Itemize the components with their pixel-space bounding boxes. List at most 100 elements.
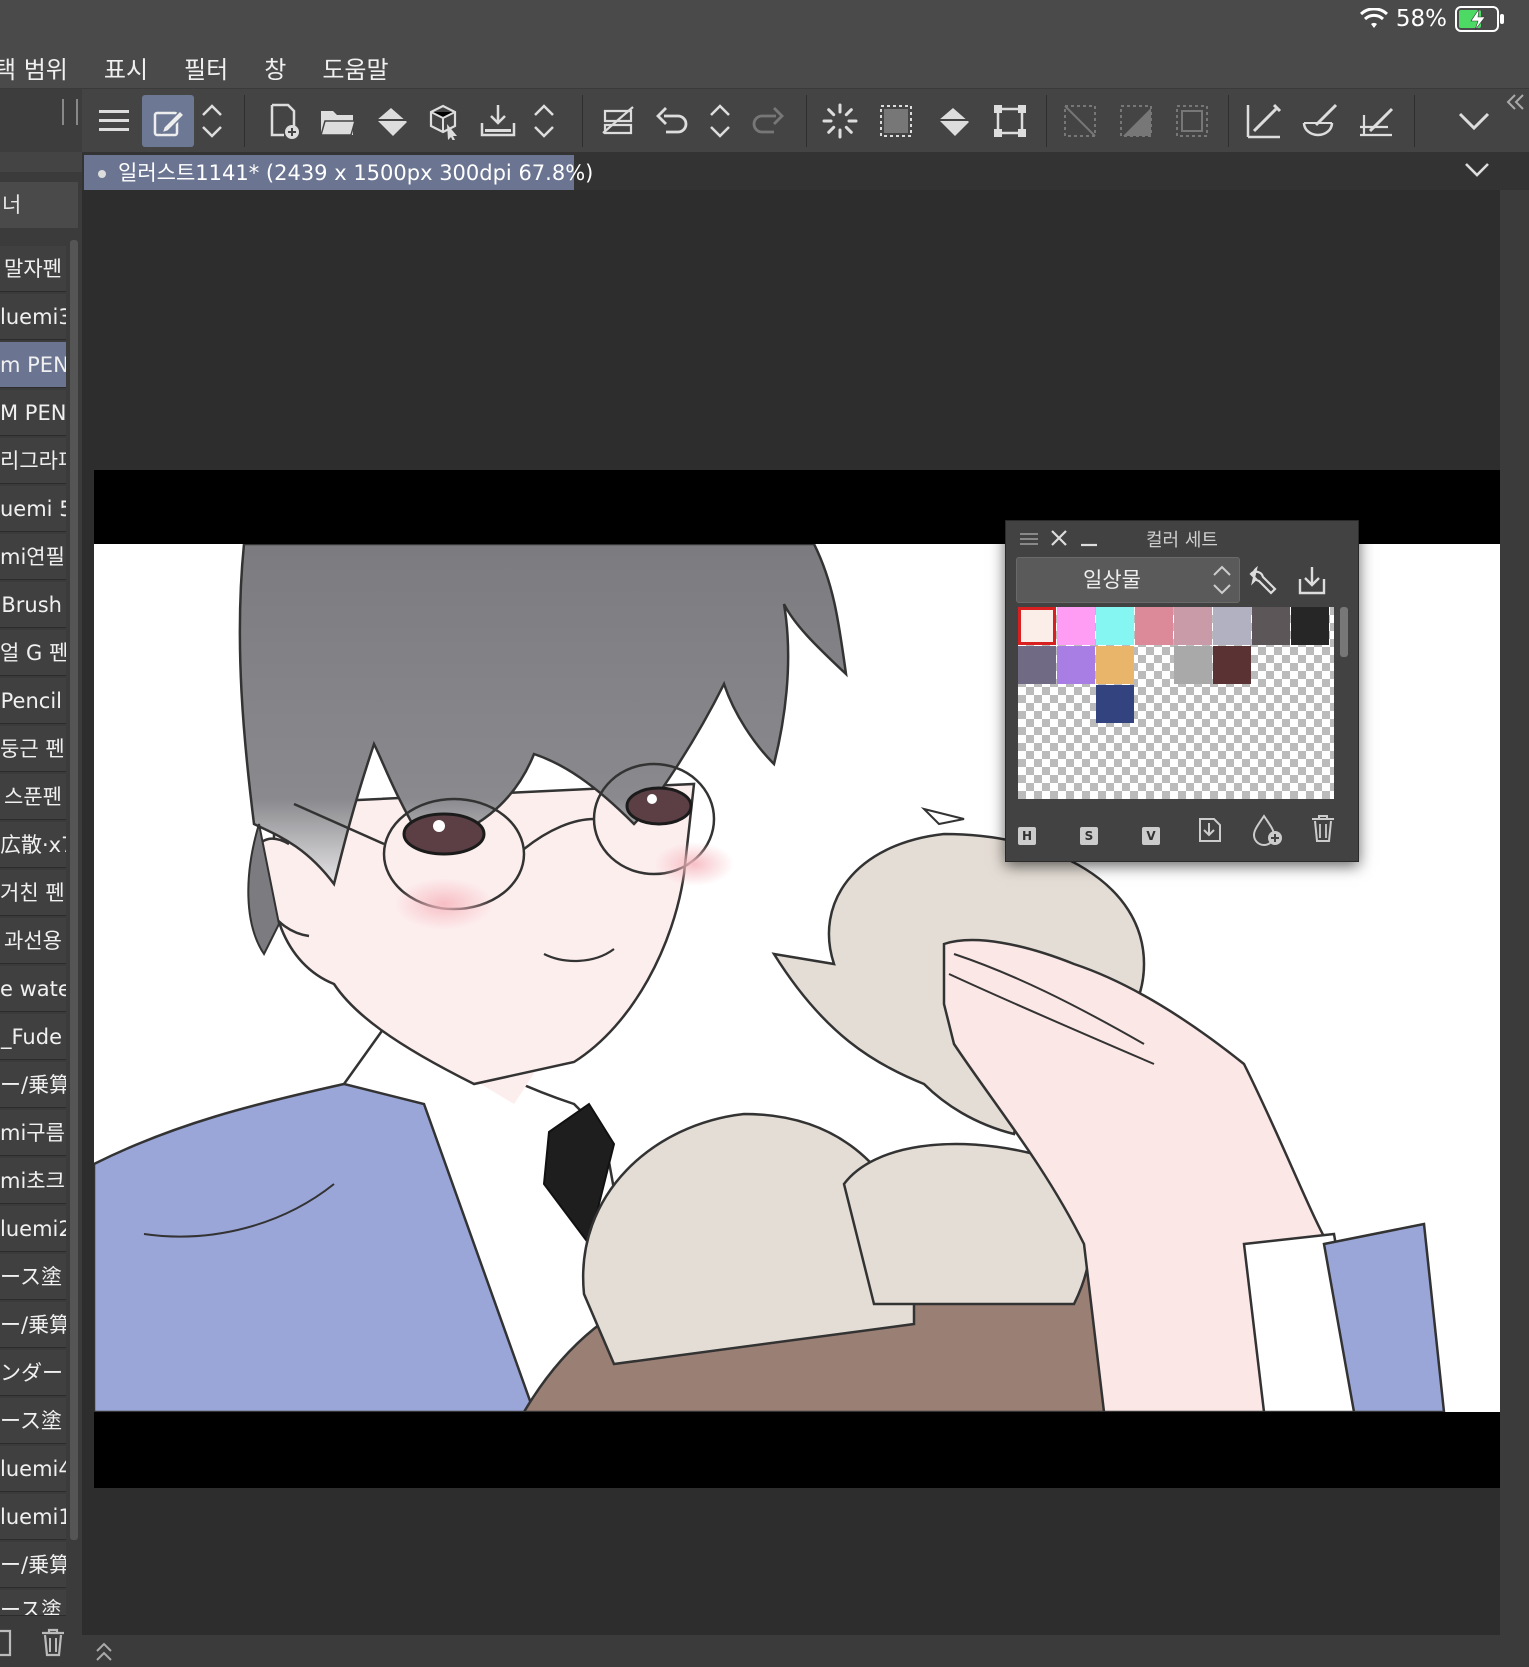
color-swatch[interactable] bbox=[1018, 646, 1056, 684]
brush-item[interactable]: 과선용 bbox=[0, 918, 66, 964]
sub-tool-footer bbox=[0, 1621, 82, 1667]
brush-item[interactable]: mi연필 bbox=[0, 534, 66, 580]
brush-list-scrollbar[interactable] bbox=[70, 240, 78, 1540]
brush-group-header[interactable]: 너 bbox=[0, 182, 78, 228]
selection-icon[interactable] bbox=[870, 95, 922, 147]
palette-footer: H S V bbox=[1006, 811, 1358, 855]
brush-item[interactable]: luemi1 bbox=[0, 1494, 66, 1540]
perspective-ruler-icon[interactable] bbox=[1350, 95, 1402, 147]
color-swatch[interactable] bbox=[1096, 685, 1134, 723]
chevron-down-icon[interactable] bbox=[1448, 95, 1500, 147]
trash-icon[interactable] bbox=[40, 1627, 66, 1661]
3d-select-icon[interactable] bbox=[418, 95, 470, 147]
new-canvas-icon[interactable] bbox=[258, 95, 310, 147]
replace-color-icon[interactable] bbox=[1194, 813, 1224, 849]
palette-menu-icon[interactable] bbox=[1020, 531, 1038, 550]
chevron-down-icon[interactable] bbox=[1464, 162, 1490, 182]
color-swatch[interactable] bbox=[1096, 607, 1134, 645]
ruler-icon[interactable] bbox=[1238, 95, 1290, 147]
grip-icon[interactable] bbox=[62, 99, 78, 125]
menu-icon[interactable] bbox=[88, 95, 140, 147]
brush-item[interactable]: luemi4 bbox=[0, 1446, 66, 1492]
close-icon[interactable] bbox=[1050, 529, 1068, 551]
redo-icon[interactable] bbox=[742, 95, 794, 147]
color-swatch[interactable] bbox=[1096, 646, 1134, 684]
hsv-h-button[interactable]: H bbox=[1018, 827, 1036, 845]
curve-ruler-icon[interactable] bbox=[1294, 95, 1346, 147]
bottom-bar bbox=[82, 1635, 1529, 1667]
import-icon[interactable] bbox=[1296, 565, 1328, 601]
brush-item[interactable]: luemi3 bbox=[0, 294, 66, 340]
brush-item[interactable]: ンダー bbox=[0, 1350, 66, 1396]
brush-item[interactable]: luemi2 bbox=[0, 1206, 66, 1252]
deselect-icon[interactable] bbox=[1054, 95, 1106, 147]
brush-item[interactable]: ース塗 bbox=[0, 1398, 66, 1444]
menu-view[interactable]: 표시 bbox=[104, 50, 148, 85]
color-swatch[interactable] bbox=[1174, 646, 1212, 684]
brush-item[interactable]: 리그라피 bbox=[0, 438, 66, 484]
color-set-dropdown[interactable]: 일상물 bbox=[1016, 557, 1240, 603]
color-swatch-selected[interactable] bbox=[1018, 607, 1056, 645]
invert-selection-icon[interactable] bbox=[1110, 95, 1162, 147]
export-icon[interactable] bbox=[472, 95, 524, 147]
minimize-icon[interactable] bbox=[1080, 529, 1098, 551]
brush-item[interactable]: ース塗 bbox=[0, 1254, 66, 1300]
color-swatch[interactable] bbox=[1213, 646, 1251, 684]
menu-selection-range[interactable]: 택 범위 bbox=[0, 50, 68, 85]
clear-layer-icon[interactable] bbox=[592, 95, 644, 147]
color-swatch[interactable] bbox=[1057, 646, 1095, 684]
color-swatch[interactable] bbox=[1057, 607, 1095, 645]
selection-border-icon[interactable] bbox=[1166, 95, 1218, 147]
panel-tab-strip bbox=[0, 152, 82, 172]
menu-window[interactable]: 창 bbox=[264, 50, 286, 85]
brush-item[interactable]: ース塗 bbox=[0, 1590, 66, 1616]
menu-filter[interactable]: 필터 bbox=[184, 50, 228, 85]
brush-item[interactable]: ー/乗算 bbox=[0, 1302, 66, 1348]
collapse-panel-icon[interactable] bbox=[1506, 93, 1526, 115]
add-color-icon[interactable] bbox=[1250, 813, 1284, 851]
chevron-up-double-icon[interactable] bbox=[94, 1641, 114, 1667]
document-tab[interactable]: 일러스트1141* (2439 x 1500px 300dpi 67.8%) bbox=[84, 155, 593, 191]
palette-scrollbar[interactable] bbox=[1340, 607, 1348, 657]
color-swatch[interactable] bbox=[1135, 607, 1173, 645]
hsv-v-button[interactable]: V bbox=[1142, 827, 1160, 845]
fill-icon[interactable] bbox=[366, 95, 418, 147]
brush-item[interactable]: 둥근 펜 bbox=[0, 726, 66, 772]
brush-item[interactable]: mi초크 bbox=[0, 1158, 66, 1204]
brush-item[interactable]: mi구름 bbox=[0, 1110, 66, 1156]
brush-item[interactable]: ー/乗算 bbox=[0, 1062, 66, 1108]
brush-item[interactable]: Brush bbox=[0, 582, 66, 628]
brush-item[interactable]: 스푼펜 bbox=[0, 774, 66, 820]
trash-icon[interactable] bbox=[1310, 813, 1336, 847]
status-bar: 58% bbox=[0, 0, 1529, 46]
brush-item[interactable]: uemi 5 bbox=[0, 486, 66, 532]
brush-item[interactable]: 거친 펜 bbox=[0, 870, 66, 916]
brush-item[interactable]: 얼 G 펜 bbox=[0, 630, 66, 676]
brush-item-selected[interactable]: m PEN bbox=[0, 342, 66, 388]
brush-item[interactable]: Pencil bbox=[0, 678, 66, 724]
brush-item[interactable]: e water bbox=[0, 966, 66, 1012]
hsv-s-button[interactable]: S bbox=[1080, 827, 1098, 845]
wrench-icon[interactable] bbox=[1248, 565, 1280, 601]
duplicate-subtool-icon[interactable] bbox=[0, 1629, 14, 1661]
updown-arrows-icon[interactable] bbox=[526, 95, 562, 147]
brush-item[interactable]: ー/乗算 bbox=[0, 1542, 66, 1588]
brush-item[interactable]: M PEN bbox=[0, 390, 66, 436]
menu-help[interactable]: 도움말 bbox=[322, 50, 388, 85]
open-folder-icon[interactable] bbox=[312, 95, 364, 147]
fill-selection-icon[interactable] bbox=[928, 95, 980, 147]
color-swatch[interactable] bbox=[1174, 607, 1212, 645]
updown-arrows-icon[interactable] bbox=[702, 95, 738, 147]
transform-icon[interactable] bbox=[984, 95, 1036, 147]
loading-spinner-icon[interactable] bbox=[814, 95, 866, 147]
palette-title-bar[interactable]: 컬러 세트 bbox=[1006, 521, 1358, 555]
edit-brush-icon[interactable] bbox=[142, 95, 194, 147]
brush-item[interactable]: 広散·x7 bbox=[0, 822, 66, 868]
color-swatch[interactable] bbox=[1213, 607, 1251, 645]
color-swatch[interactable] bbox=[1252, 607, 1290, 645]
brush-item[interactable]: _Fude bbox=[0, 1014, 66, 1060]
updown-arrows-icon[interactable] bbox=[194, 95, 230, 147]
brush-item[interactable]: 말자펜 bbox=[0, 246, 66, 292]
color-swatch[interactable] bbox=[1291, 607, 1329, 645]
undo-icon[interactable] bbox=[646, 95, 698, 147]
